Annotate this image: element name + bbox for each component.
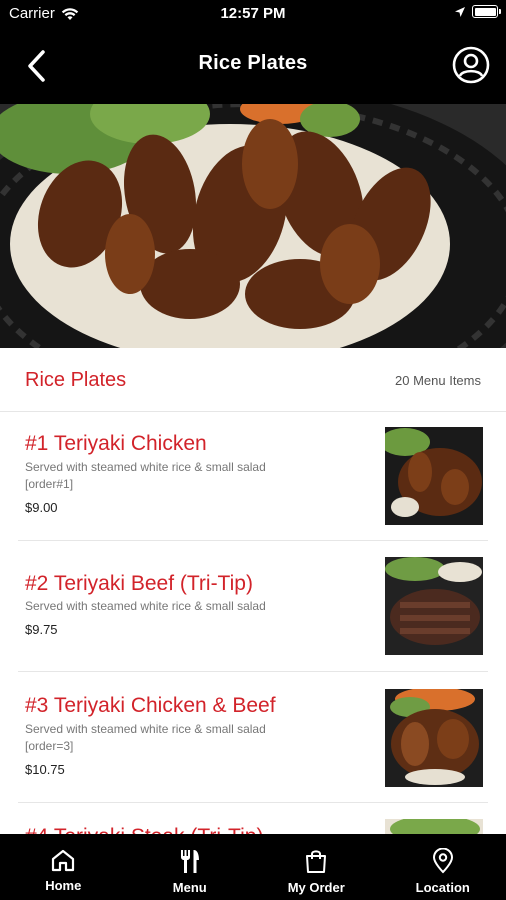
tab-location[interactable]: Location — [380, 834, 506, 900]
user-circle-icon — [452, 46, 490, 84]
profile-button[interactable] — [450, 44, 492, 86]
map-pin-icon — [432, 848, 453, 874]
page-title: Rice Plates — [198, 52, 308, 74]
item-thumbnail — [385, 689, 483, 787]
battery-level — [474, 7, 496, 16]
status-right — [454, 5, 501, 18]
menu-item[interactable]: #2 Teriyaki Beef (Tri-Tip) Served with s… — [18, 541, 488, 672]
item-thumbnail — [385, 557, 483, 655]
item-note: [order#1] — [25, 477, 74, 491]
item-name: #2 Teriyaki Beef (Tri-Tip) — [25, 572, 253, 595]
home-icon — [52, 849, 75, 872]
menu-item[interactable]: #3 Teriyaki Chicken & Beef Served with s… — [18, 672, 488, 803]
tab-home[interactable]: Home — [0, 834, 127, 900]
tab-location-label: Location — [415, 880, 470, 895]
section-header: Rice Plates 20 Menu Items — [0, 348, 506, 412]
item-note: [order=3] — [25, 739, 74, 753]
menu-item[interactable]: #1 Teriyaki Chicken Served with steamed … — [18, 412, 488, 541]
tab-menu[interactable]: Menu — [127, 834, 254, 900]
item-description: Served with steamed white rice & small s… — [25, 599, 266, 613]
menu-list[interactable]: #1 Teriyaki Chicken Served with steamed … — [0, 412, 506, 834]
tab-my-order[interactable]: My Order — [253, 834, 380, 900]
menu-item[interactable]: #4 Teriyaki Steak (Tri-Tip) — [18, 803, 488, 834]
item-thumbnail — [385, 427, 483, 525]
item-name: #4 Teriyaki Steak (Tri-Tip) — [25, 825, 263, 834]
teriyaki-plate-photo — [0, 104, 506, 348]
item-description: Served with steamed white rice & small s… — [25, 722, 266, 736]
item-description: Served with steamed white rice & small s… — [25, 460, 266, 474]
item-price: $10.75 — [25, 762, 65, 777]
nav-header: Rice Plates — [0, 28, 506, 104]
tab-menu-label: Menu — [172, 880, 207, 895]
shopping-bag-icon — [306, 850, 327, 873]
tab-bar: Home Menu My Order Location — [0, 834, 506, 900]
tab-home-label: Home — [45, 878, 82, 893]
item-thumbnail — [385, 819, 483, 834]
hero-image — [0, 104, 506, 348]
location-arrow-icon — [455, 6, 465, 17]
section-title: Rice Plates — [25, 369, 127, 391]
status-bar: Carrier 12:57 PM — [0, 0, 506, 28]
battery-icon — [472, 5, 501, 18]
menu-item-count: 20 Menu Items — [395, 373, 481, 388]
tab-my-order-label: My Order — [287, 880, 345, 895]
item-price: $9.75 — [25, 622, 58, 637]
item-name: #1 Teriyaki Chicken — [25, 432, 207, 455]
fork-knife-icon — [180, 850, 199, 873]
item-price: $9.00 — [25, 500, 58, 515]
item-name: #3 Teriyaki Chicken & Beef — [25, 694, 276, 717]
status-time: 12:57 PM — [220, 5, 286, 22]
